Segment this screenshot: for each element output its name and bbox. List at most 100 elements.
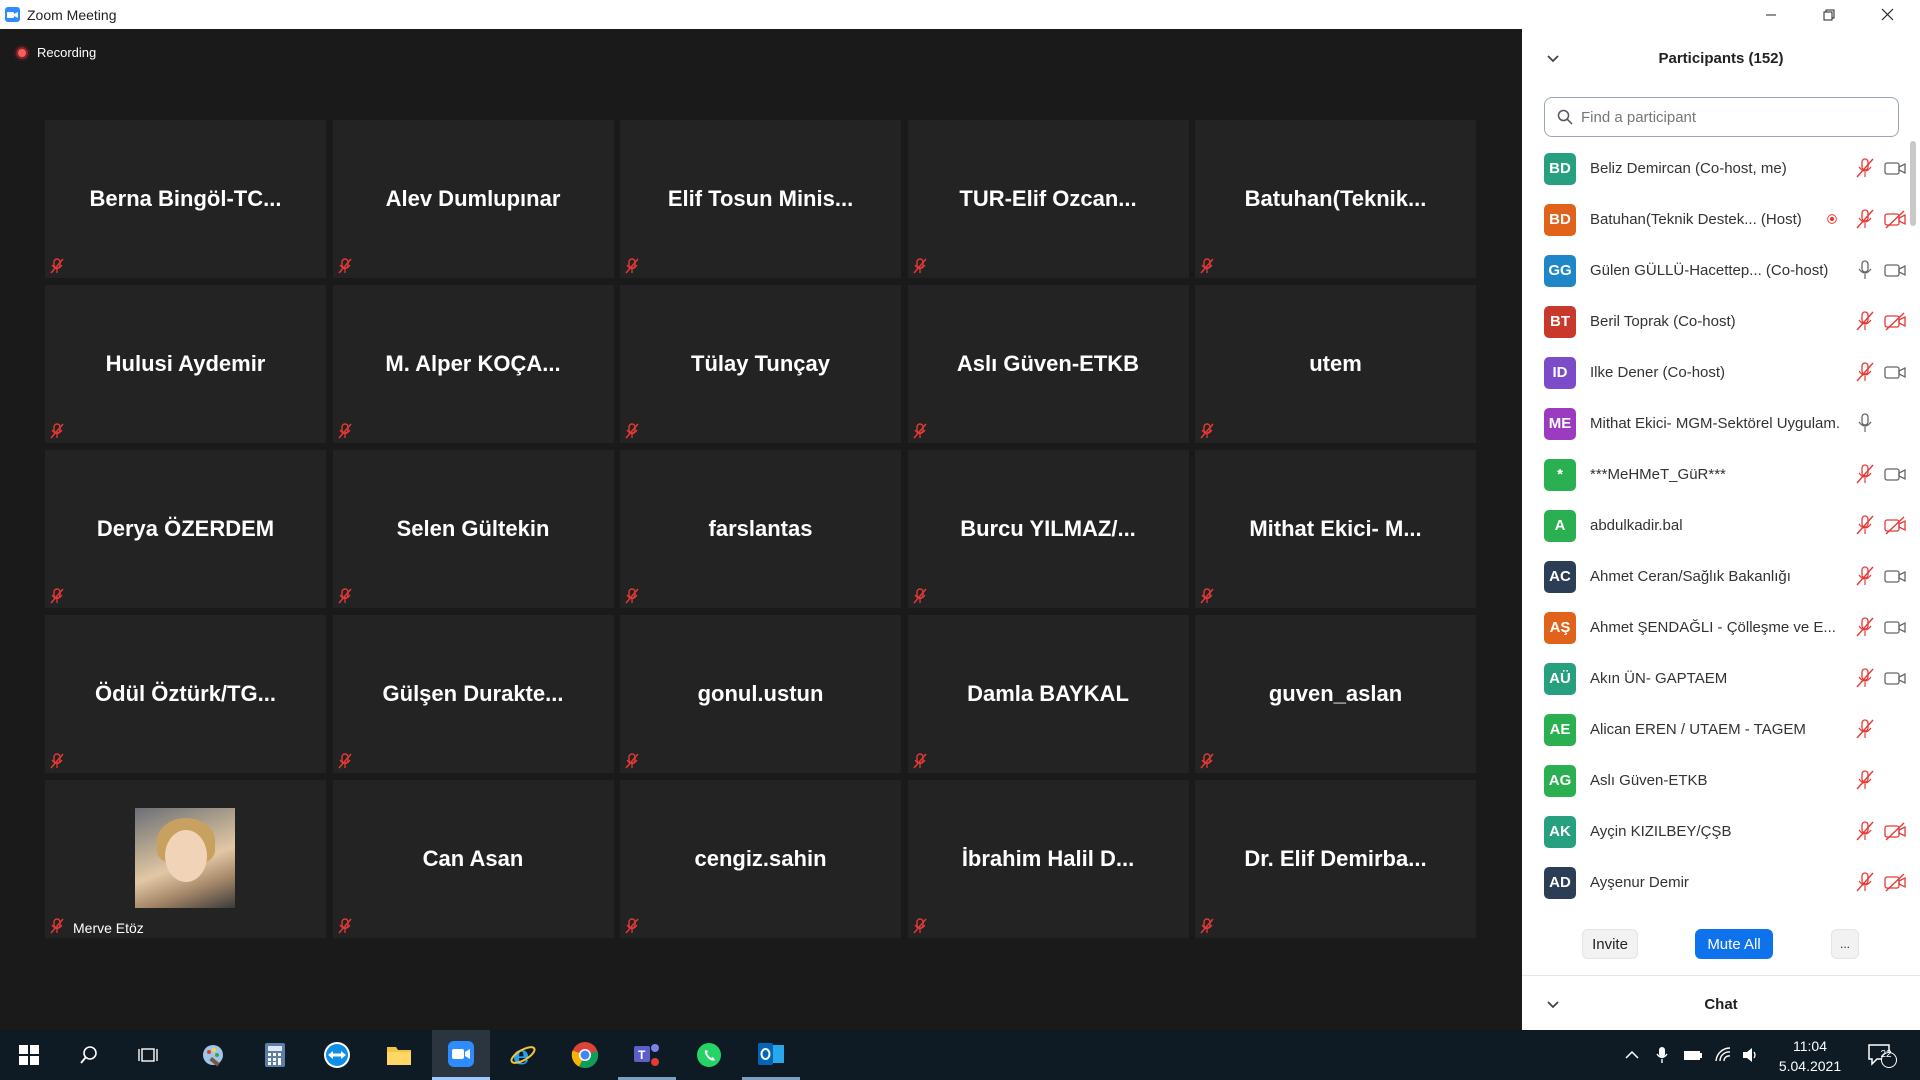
- tile-name: Aslı Güven-ETKB: [956, 351, 1140, 376]
- mute-all-button[interactable]: Mute All: [1695, 929, 1773, 959]
- participant-row[interactable]: ID Ilke Dener (Co-host): [1522, 347, 1906, 398]
- teamviewer-icon[interactable]: [308, 1030, 366, 1080]
- minimize-button[interactable]: [1742, 0, 1800, 29]
- video-tile[interactable]: guven_aslan: [1195, 615, 1476, 773]
- mic-muted-icon: [1854, 310, 1876, 332]
- video-tile[interactable]: Batuhan(Teknik...: [1195, 120, 1476, 278]
- video-tile[interactable]: Elif Tosun Minis...: [620, 120, 901, 278]
- participant-row[interactable]: AŞ Ahmet ŞENDAĞLI - Çölleşme ve E...: [1522, 602, 1906, 653]
- avatar: AE: [1544, 713, 1576, 746]
- participant-row[interactable]: BD Beliz Demircan (Co-host, me): [1522, 143, 1906, 194]
- participant-row[interactable]: Aabdulkadir.bal: [1522, 500, 1906, 551]
- video-tile[interactable]: M. Alper KOÇA...: [332, 285, 614, 443]
- video-tile[interactable]: Ödül Öztürk/TG...: [45, 615, 326, 773]
- mic-muted-icon: [1200, 258, 1214, 274]
- chevron-down-icon[interactable]: [1544, 49, 1562, 67]
- video-tile[interactable]: cengiz.sahin: [620, 780, 901, 938]
- mic-muted-icon: [625, 918, 639, 934]
- video-tile[interactable]: Burcu YILMAZ/...: [907, 450, 1189, 608]
- video-tile[interactable]: gonul.ustun: [620, 615, 901, 773]
- participant-row[interactable]: BD Batuhan(Teknik Destek... (Host): [1522, 194, 1906, 245]
- tile-name: Elif Tosun Minis...: [667, 186, 854, 211]
- tile-name: guven_aslan: [1268, 681, 1403, 706]
- participant-row[interactable]: GG Gülen GÜLLÜ-Hacettep... (Co-host): [1522, 245, 1906, 296]
- mic-muted-icon: [50, 588, 64, 604]
- participant-name: Ilke Dener (Co-host): [1590, 364, 1726, 381]
- whatsapp-icon[interactable]: [680, 1030, 738, 1080]
- taskbar-clock[interactable]: 11:04 5.04.2021: [1770, 1036, 1850, 1076]
- participant-list-scrollbar[interactable]: [1910, 141, 1916, 226]
- participant-row[interactable]: AC Ahmet Ceran/Sağlık Bakanlığı: [1522, 551, 1906, 602]
- video-tile[interactable]: Tülay Tunçay: [620, 285, 901, 443]
- avatar: ID: [1544, 356, 1576, 389]
- window-title: Zoom Meeting: [27, 6, 117, 23]
- video-tile[interactable]: TUR-Elif Ozcan...: [907, 120, 1189, 278]
- zoom-icon[interactable]: [432, 1030, 490, 1080]
- calculator-icon[interactable]: [246, 1030, 304, 1080]
- chat-header[interactable]: Chat: [1522, 986, 1920, 1022]
- mic-icon: [1854, 412, 1876, 434]
- avatar: GG: [1544, 254, 1576, 287]
- participant-row[interactable]: AG Aslı Güven-ETKB: [1522, 755, 1906, 806]
- participant-search-input[interactable]: Find a participant: [1544, 97, 1899, 137]
- clock-time: 11:04: [1793, 1038, 1827, 1054]
- battery-icon[interactable]: [1680, 1030, 1706, 1080]
- video-tile[interactable]: Merve Etöz: [45, 780, 326, 938]
- participant-row[interactable]: BT Beril Toprak (Co-host): [1522, 296, 1906, 347]
- participant-row[interactable]: AD Ayşenur Demir: [1522, 857, 1906, 908]
- paint-icon[interactable]: [184, 1030, 242, 1080]
- start-icon[interactable]: [0, 1030, 58, 1080]
- participant-photo: [135, 808, 235, 908]
- video-tile[interactable]: Alev Dumlupınar: [332, 120, 614, 278]
- video-tile[interactable]: Dr. Elif Demirba...: [1195, 780, 1476, 938]
- participant-row[interactable]: AE Alican EREN / UTAEM - TAGEM: [1522, 704, 1906, 755]
- tile-name: Can Asan: [422, 846, 524, 871]
- mic-muted-icon: [1200, 423, 1214, 439]
- video-tile[interactable]: Mithat Ekici- M...: [1195, 450, 1476, 608]
- recording-indicator[interactable]: Recording: [16, 45, 96, 60]
- notification-center-icon[interactable]: 22: [1862, 1030, 1902, 1080]
- video-tile[interactable]: Hulusi Aydemir: [45, 285, 326, 443]
- avatar: AK: [1544, 815, 1576, 848]
- invite-button[interactable]: Invite: [1582, 929, 1638, 959]
- outlook-icon[interactable]: [742, 1030, 800, 1080]
- tile-name: Batuhan(Teknik...: [1244, 186, 1427, 211]
- close-button[interactable]: [1858, 0, 1916, 29]
- task-view-icon[interactable]: [120, 1030, 178, 1080]
- search-icon[interactable]: [60, 1030, 118, 1080]
- video-tile[interactable]: farslantas: [620, 450, 901, 608]
- restore-button[interactable]: [1800, 0, 1858, 29]
- participant-row[interactable]: AK Ayçin KIZILBEY/ÇŞB: [1522, 806, 1906, 857]
- video-tile[interactable]: İbrahim Halil D...: [907, 780, 1189, 938]
- mic-muted-icon: [625, 258, 639, 274]
- teams-icon[interactable]: T: [618, 1030, 676, 1080]
- more-options-button[interactable]: ...: [1831, 929, 1859, 959]
- participant-status-icons: [1854, 259, 1906, 281]
- chrome-icon[interactable]: [556, 1030, 614, 1080]
- volume-icon[interactable]: [1738, 1030, 1764, 1080]
- mic-icon: [1854, 259, 1876, 281]
- internet-explorer-icon[interactable]: e: [494, 1030, 552, 1080]
- show-hidden-icons-icon[interactable]: [1620, 1030, 1644, 1080]
- mic-muted-icon: [1854, 208, 1876, 230]
- video-off-icon: [1884, 208, 1906, 230]
- participant-row[interactable]: ME Mithat Ekici- MGM-Sektörel Uygulam...: [1522, 398, 1906, 449]
- chevron-down-icon[interactable]: [1544, 995, 1562, 1013]
- video-tile[interactable]: Damla BAYKAL: [907, 615, 1189, 773]
- video-tile[interactable]: Gülşen Durakte...: [332, 615, 614, 773]
- participant-status-icons: [1854, 412, 1906, 434]
- participant-row[interactable]: AÜ Akın ÜN- GAPTAEM: [1522, 653, 1906, 704]
- participant-row[interactable]: * ***MeHMeT_GüR***: [1522, 449, 1906, 500]
- microphone-tray-icon[interactable]: [1650, 1030, 1674, 1080]
- video-tile[interactable]: Berna Bingöl-TC...: [45, 120, 326, 278]
- mic-muted-icon: [912, 753, 927, 769]
- file-explorer-icon[interactable]: [370, 1030, 428, 1080]
- mic-muted-icon: [50, 753, 64, 769]
- video-tile[interactable]: Selen Gültekin: [332, 450, 614, 608]
- video-tile[interactable]: utem: [1195, 285, 1476, 443]
- mic-muted-icon: [1854, 718, 1876, 740]
- wifi-icon[interactable]: [1710, 1030, 1736, 1080]
- video-tile[interactable]: Can Asan: [332, 780, 614, 938]
- video-tile[interactable]: Aslı Güven-ETKB: [907, 285, 1189, 443]
- video-tile[interactable]: Derya ÖZERDEM: [45, 450, 326, 608]
